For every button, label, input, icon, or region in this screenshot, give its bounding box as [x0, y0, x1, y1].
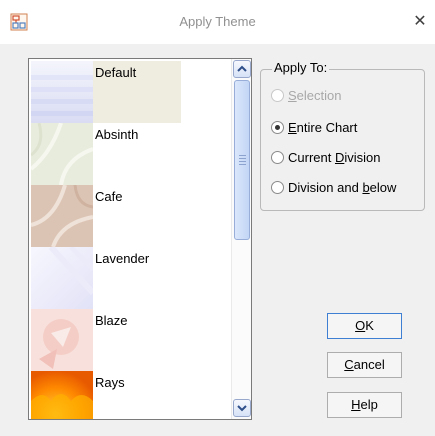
theme-item-default[interactable]: Default: [31, 61, 231, 123]
default-theme-thumbnail: [31, 61, 93, 123]
thumb-grip: [239, 155, 246, 156]
radio-selection: Selection: [271, 86, 341, 104]
scroll-down-button[interactable]: [233, 399, 251, 417]
theme-label: Absinth: [95, 127, 139, 142]
absinth-theme-thumbnail: [31, 123, 93, 185]
chevron-down-icon: [237, 405, 247, 412]
radio-label[interactable]: Entire Chart: [288, 120, 357, 135]
theme-label: Cafe: [95, 189, 123, 204]
radio-current-division[interactable]: Current Division: [271, 148, 380, 166]
rays-theme-thumbnail: [31, 371, 93, 419]
scroll-up-button[interactable]: [233, 60, 251, 78]
thumb-grip: [239, 158, 246, 159]
theme-label: Rays: [95, 375, 125, 390]
theme-label: Lavender: [95, 251, 150, 266]
radio-button[interactable]: [271, 150, 284, 164]
blaze-theme-thumbnail: [31, 309, 93, 371]
theme-item-rays[interactable]: Rays: [31, 371, 231, 419]
thumb-grip: [239, 161, 246, 162]
radio-entire-chart[interactable]: Entire Chart: [271, 118, 357, 136]
theme-label: Blaze: [95, 313, 128, 328]
theme-item-lavender[interactable]: Lavender: [31, 247, 231, 309]
radio-division-and-below[interactable]: Division and below: [271, 178, 396, 196]
radio-label[interactable]: Current Division: [288, 150, 380, 165]
theme-label: Default: [95, 65, 137, 80]
theme-list-scrollbar[interactable]: [231, 59, 251, 419]
apply-to-legend: Apply To:: [272, 60, 330, 75]
close-icon[interactable]: ✕: [405, 0, 435, 44]
cancel-button[interactable]: Cancel: [327, 352, 402, 378]
scroll-thumb[interactable]: [234, 80, 250, 240]
cafe-theme-thumbnail: [31, 185, 93, 247]
title-bar[interactable]: Apply Theme ✕: [0, 0, 435, 44]
lavender-theme-thumbnail: [31, 247, 93, 309]
window-title: Apply Theme: [179, 14, 256, 29]
radio-label: Selection: [288, 87, 342, 103]
theme-item-absinth[interactable]: Absinth: [31, 123, 231, 185]
chevron-up-icon: [237, 65, 247, 72]
ok-button[interactable]: OK: [327, 313, 402, 339]
theme-listbox[interactable]: Default Absinth Cafe Lavender Blaze Rays: [28, 58, 252, 420]
theme-item-blaze[interactable]: Blaze: [31, 309, 231, 371]
radio-button[interactable]: [271, 120, 284, 134]
thumb-grip: [239, 164, 246, 165]
radio-button[interactable]: [271, 180, 284, 194]
radio-button: [271, 88, 284, 102]
theme-item-cafe[interactable]: Cafe: [31, 185, 231, 247]
help-button[interactable]: Help: [327, 392, 402, 418]
radio-label[interactable]: Division and below: [288, 180, 396, 195]
